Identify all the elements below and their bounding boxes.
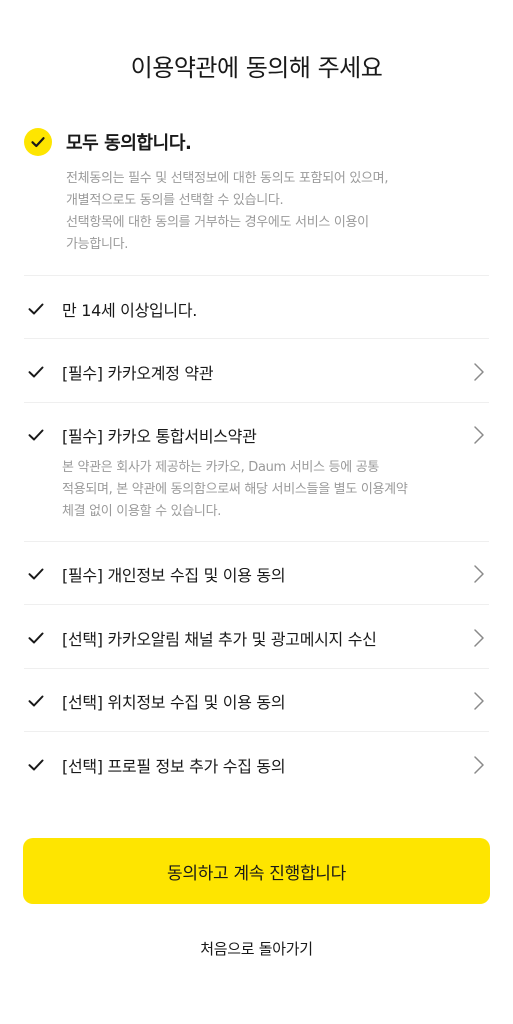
checkmark-icon xyxy=(28,759,44,771)
checkmark-icon xyxy=(28,366,44,378)
description-line: 선택항목에 대한 동의를 거부하는 경우에도 서비스 이용이 xyxy=(66,215,369,230)
item-checkbox[interactable] xyxy=(24,689,48,713)
chevron-right-icon[interactable] xyxy=(469,689,489,713)
description-line: 본 약관은 회사가 제공하는 카카오, Daum 서비스 등에 공통 xyxy=(62,460,380,475)
description-line: 전체동의는 필수 및 선택정보에 대한 동의도 포함되어 있으며, xyxy=(66,171,389,186)
terms-item-integrated-service[interactable]: [필수] 카카오 통합서비스약관 본 약관은 회사가 제공하는 카카오, Dau… xyxy=(24,421,489,523)
chevron-right-icon[interactable] xyxy=(469,626,489,650)
item-checkbox[interactable] xyxy=(24,562,48,586)
item-label: 만 14세 이상입니다. xyxy=(62,301,198,320)
divider xyxy=(24,275,489,276)
item-description: 본 약관은 회사가 제공하는 카카오, Daum 서비스 등에 공통 적용되며,… xyxy=(62,457,489,523)
checkmark-icon xyxy=(28,303,44,315)
item-checkbox[interactable] xyxy=(24,297,48,321)
terms-item-kakao-notification[interactable]: [선택] 카카오알림 채널 추가 및 광고메시지 수신 xyxy=(24,624,489,652)
item-label: [선택] 위치정보 수집 및 이용 동의 xyxy=(62,693,286,712)
back-to-start-link[interactable]: 처음으로 돌아가기 xyxy=(0,938,513,959)
terms-item-location[interactable]: [선택] 위치정보 수집 및 이용 동의 xyxy=(24,687,489,715)
terms-item-age[interactable]: 만 14세 이상입니다. xyxy=(24,295,489,323)
checkmark-icon xyxy=(28,695,44,707)
item-label: [선택] 카카오알림 채널 추가 및 광고메시지 수신 xyxy=(62,630,377,649)
description-line: 개별적으로도 동의를 선택할 수 있습니다. xyxy=(66,193,284,208)
checkmark-icon xyxy=(28,568,44,580)
item-label: [선택] 프로필 정보 추가 수집 동의 xyxy=(62,757,286,776)
agree-all-label: 모두 동의합니다. xyxy=(66,133,192,154)
item-checkbox[interactable] xyxy=(24,360,48,384)
terms-item-kakao-account[interactable]: [필수] 카카오계정 약관 xyxy=(24,358,489,386)
agree-continue-button[interactable]: 동의하고 계속 진행합니다 xyxy=(23,838,490,904)
item-checkbox[interactable] xyxy=(24,423,48,447)
chevron-right-icon[interactable] xyxy=(469,423,489,447)
divider xyxy=(24,604,489,605)
checkmark-icon xyxy=(28,632,44,644)
chevron-right-icon[interactable] xyxy=(469,360,489,384)
description-line: 가능합니다. xyxy=(66,237,129,252)
item-checkbox[interactable] xyxy=(24,753,48,777)
checkmark-icon xyxy=(28,429,44,441)
agree-all-checkbox[interactable] xyxy=(24,128,52,156)
page-title: 이용약관에 동의해 주세요 xyxy=(130,54,383,82)
item-checkbox[interactable] xyxy=(24,626,48,650)
item-label: [필수] 카카오 통합서비스약관 xyxy=(62,427,257,446)
checkmark-icon xyxy=(31,137,45,148)
chevron-right-icon[interactable] xyxy=(469,753,489,777)
terms-agreement-screen: 이용약관에 동의해 주세요 모두 동의합니다. 전체동의는 필수 및 선택정보에… xyxy=(0,0,513,1024)
divider xyxy=(24,668,489,669)
description-line: 체결 없이 이용할 수 있습니다. xyxy=(62,504,222,519)
agree-all-row[interactable]: 모두 동의합니다. 전체동의는 필수 및 선택정보에 대한 동의도 포함되어 있… xyxy=(24,128,489,256)
divider xyxy=(24,338,489,339)
chevron-right-icon[interactable] xyxy=(469,562,489,586)
agree-all-header[interactable]: 모두 동의합니다. xyxy=(24,128,489,156)
description-line: 적용되며, 본 약관에 동의함으로써 해당 서비스들을 별도 이용계약 xyxy=(62,482,408,497)
agree-all-description: 전체동의는 필수 및 선택정보에 대한 동의도 포함되어 있으며, 개별적으로도… xyxy=(66,168,489,256)
divider xyxy=(24,402,489,403)
terms-item-profile[interactable]: [선택] 프로필 정보 추가 수집 동의 xyxy=(24,751,489,779)
item-label: [필수] 개인정보 수집 및 이용 동의 xyxy=(62,566,286,585)
item-label: [필수] 카카오계정 약관 xyxy=(62,364,214,383)
divider xyxy=(24,541,489,542)
terms-item-personal-info[interactable]: [필수] 개인정보 수집 및 이용 동의 xyxy=(24,560,489,588)
divider xyxy=(24,731,489,732)
